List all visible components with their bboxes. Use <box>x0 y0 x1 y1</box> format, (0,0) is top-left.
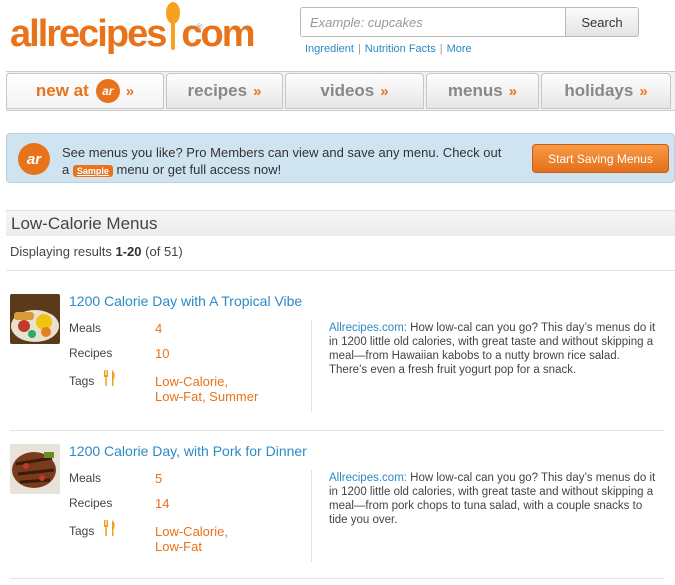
tag-link[interactable]: Low-Calorie, <box>155 374 228 389</box>
fork-knife-icon <box>104 370 115 386</box>
registered-mark: ® <box>196 22 203 32</box>
nutrition-facts-link[interactable]: Nutrition Facts <box>365 43 436 55</box>
pro-member-promo: ar See menus you like? Pro Members can v… <box>6 133 675 183</box>
menu-title-link[interactable]: 1200 Calorie Day, with Pork for Dinner <box>69 443 307 459</box>
meals-count: 4 <box>155 321 163 336</box>
tags-label: Tags <box>69 524 95 538</box>
search-input[interactable] <box>300 7 566 37</box>
menu-description: Allrecipes.com: How low-cal can you go? … <box>329 322 656 376</box>
menu-thumbnail-image[interactable] <box>10 444 60 494</box>
nav-tab-menus[interactable]: menus » <box>426 73 539 109</box>
divider <box>10 578 664 579</box>
menu-list-item: 1200 Calorie Day with A Tropical Vibe Me… <box>0 280 675 430</box>
recipes-count: 10 <box>155 346 170 361</box>
fork-knife-icon <box>104 520 115 536</box>
menu-tags: Low-Calorie, Low-Fat, Summer <box>155 374 258 404</box>
recipes-label: Recipes <box>69 346 113 360</box>
menu-list-item: 1200 Calorie Day, with Pork for Dinner M… <box>0 430 675 580</box>
double-chevron-icon: » <box>253 82 262 100</box>
column-divider <box>311 320 312 412</box>
main-nav: new at ar » recipes » videos » menus » h… <box>6 71 675 111</box>
ar-logo-icon: ar <box>18 143 50 175</box>
menu-tags: Low-Calorie, Low-Fat <box>155 524 228 554</box>
results-count: Displaying results 1-20 (of 51) <box>10 244 183 259</box>
menu-thumbnail-image[interactable] <box>10 294 60 344</box>
source-label: Allrecipes.com: <box>329 472 407 484</box>
nav-tab-label: videos <box>320 81 375 100</box>
sample-menu-link[interactable]: Sample <box>72 164 113 177</box>
meals-label: Meals <box>69 321 102 335</box>
ingredient-search-link[interactable]: Ingredient <box>305 43 354 55</box>
more-search-link[interactable]: More <box>447 43 472 55</box>
meals-count: 5 <box>155 471 163 486</box>
nav-tab-recipes[interactable]: recipes » <box>166 73 283 109</box>
recipes-count: 14 <box>155 496 170 511</box>
column-divider <box>311 470 312 562</box>
tags-label: Tags <box>69 374 95 388</box>
tag-link[interactable]: Low-Fat <box>155 539 202 554</box>
spoon-icon <box>166 2 181 54</box>
tag-link[interactable]: Low-Fat, Summer <box>155 389 258 404</box>
source-label: Allrecipes.com: <box>329 322 407 334</box>
divider <box>6 270 675 271</box>
double-chevron-icon: » <box>639 82 648 100</box>
page-title: Low-Calorie Menus <box>11 214 158 233</box>
logo-wordmark: allrecipes com <box>10 2 255 62</box>
meals-label: Meals <box>69 471 102 485</box>
allrecipes-logo[interactable]: allrecipes com <box>10 2 255 62</box>
double-chevron-icon: » <box>380 82 389 100</box>
search-button[interactable]: Search <box>565 7 639 37</box>
search-bar: Search <box>300 7 639 37</box>
tag-link[interactable]: Low-Calorie, <box>155 524 228 539</box>
menu-description: Allrecipes.com: How low-cal can you go? … <box>329 472 656 526</box>
search-options: Ingredient | Nutrition Facts | More <box>305 43 472 55</box>
menu-title-link[interactable]: 1200 Calorie Day with A Tropical Vibe <box>69 293 302 309</box>
double-chevron-icon: » <box>125 82 135 100</box>
nav-tab-label: new at <box>35 81 89 100</box>
nav-tab-label: menus <box>447 81 503 100</box>
section-header: Low-Calorie Menus <box>6 210 675 236</box>
ar-logo-icon: ar <box>95 79 120 103</box>
nav-tab-label: holidays <box>564 81 634 100</box>
nav-tab-holidays[interactable]: holidays » <box>541 73 671 109</box>
double-chevron-icon: » <box>508 82 518 100</box>
promo-text: See menus you like? Pro Members can view… <box>62 145 502 177</box>
recipes-label: Recipes <box>69 496 113 510</box>
nav-tab-videos[interactable]: videos » <box>285 73 424 109</box>
start-saving-menus-button[interactable]: Start Saving Menus <box>532 144 669 173</box>
nav-tab-label: recipes <box>187 81 248 100</box>
nav-tab-new-at-ar[interactable]: new at ar » <box>6 73 164 109</box>
